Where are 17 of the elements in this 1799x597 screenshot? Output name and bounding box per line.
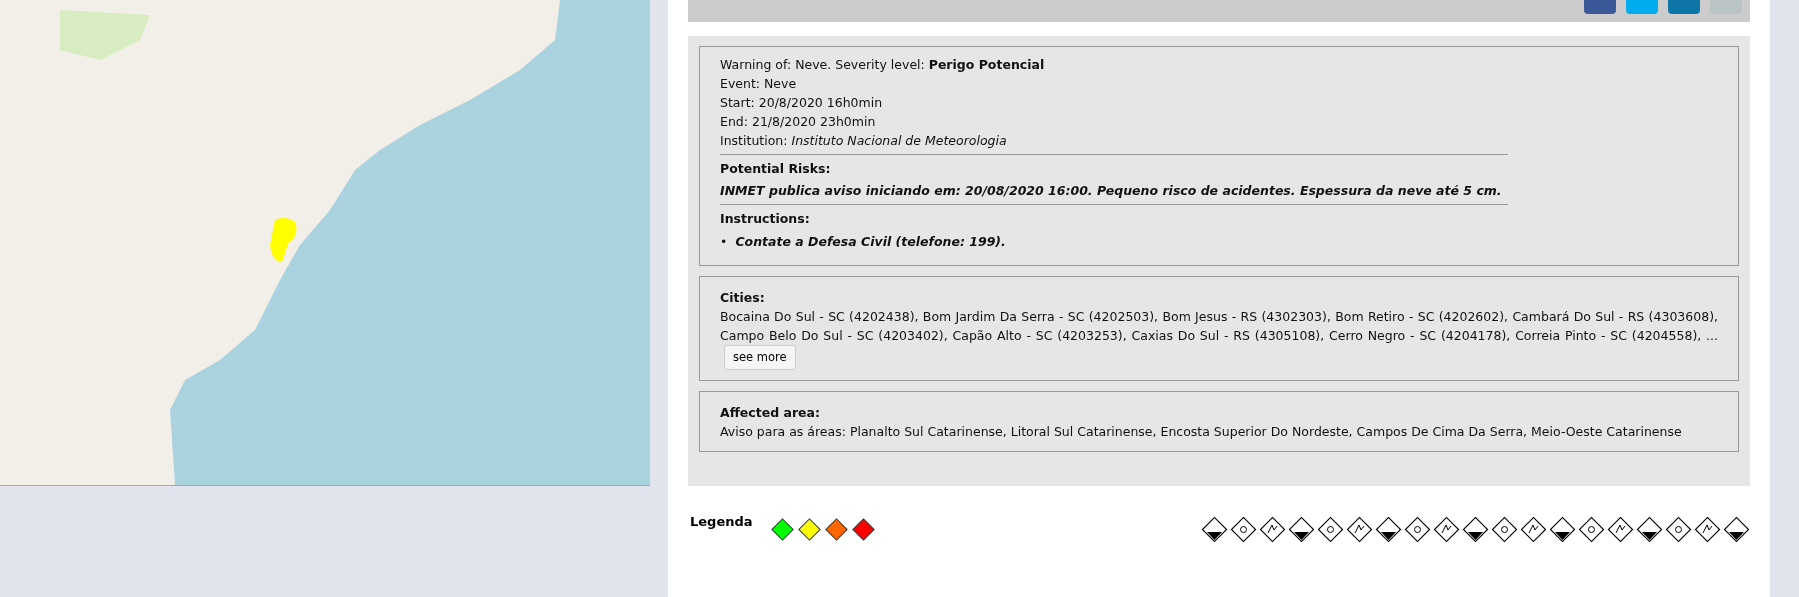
start-text: Start: 20/8/2020 16h0min <box>720 94 884 112</box>
warning-heading: Warning of: Neve. Severity level: Perigo Potencial <box>720 56 1046 74</box>
cities-text: Bocaina Do Sul - SC (4202438), Bom Jardim Da Serra - SC (4202503), Bom Jesus - RS (4302303), Bom Retiro - SC (4202602), Cambará Do Sul - RS (4303608), Campo Belo Do Sul - SC (4203402), Capão Alto - SC (4203253), Caxias Do Sul - RS (4305108), Cerro Negro - SC (4204178), Correia Pinto - SC (4204558), ... <box>720 309 1718 343</box>
end-text: End: 21/8/2020 23h0min <box>720 113 877 131</box>
instructions-title: Instructions: <box>720 210 811 228</box>
bullet-mark: • <box>720 233 728 251</box>
event-text: Event: Neve <box>720 75 798 93</box>
map-drawing[interactable] <box>0 0 650 486</box>
instruction-item: Contate a Defesa Civil (telefone: 199). <box>735 233 1006 251</box>
cities-title: Cities: <box>720 289 766 307</box>
see-more-button[interactable]: see more <box>724 345 796 370</box>
risks-text: INMET publica aviso iniciando em: 20/08/2020 16:00. Pequeno risco de acidentes. Espessura da neve até 5 cm. <box>720 182 1503 200</box>
legend-title: Legenda <box>690 514 753 529</box>
affected-area-text: Aviso para as áreas: Planalto Sul Catarinense, Litoral Sul Catarinense, Encosta Superior Do Nordeste, Campos De Cima Da Serra, Meio-Oeste Catarinense <box>720 423 1683 441</box>
institution-text: Institution: Instituto Nacional de Meteorologia <box>720 132 1008 150</box>
affected-area-title: Affected area: <box>720 404 821 422</box>
risks-title: Potential Risks: <box>720 160 832 178</box>
